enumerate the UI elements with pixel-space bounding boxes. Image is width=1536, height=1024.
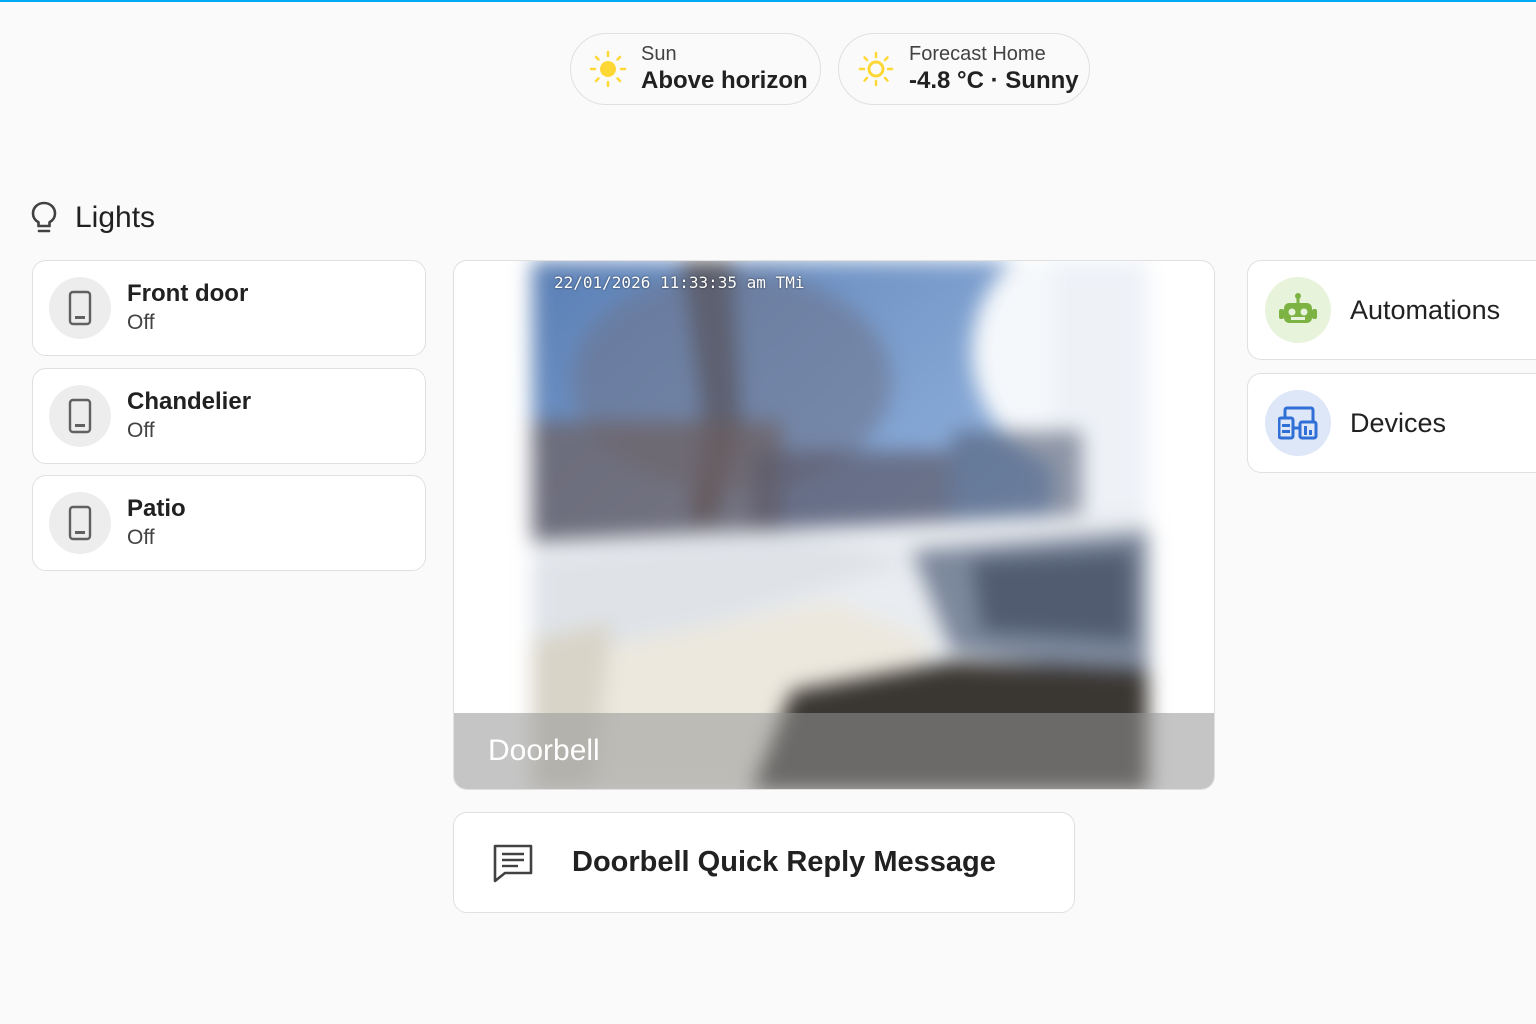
forecast-badge-value: -4.8 °C · Sunny xyxy=(909,67,1079,94)
sun-badge-label: Sun xyxy=(641,43,677,65)
message-text-outline-icon xyxy=(492,842,534,884)
camera-feed-image xyxy=(532,261,1148,789)
devices-label: Devices xyxy=(1350,407,1447,438)
sun-icon xyxy=(589,50,627,88)
light-state: Off xyxy=(127,526,155,549)
forecast-badge-label: Forecast Home xyxy=(909,43,1046,65)
light-name: Chandelier xyxy=(127,388,252,415)
top-accent-line xyxy=(0,0,1536,2)
sunny-weather-icon xyxy=(857,50,895,88)
light-tile-front-door[interactable]: Front door Off xyxy=(32,260,426,356)
quick-reply-label: Doorbell Quick Reply Message xyxy=(572,846,996,878)
forecast-badge[interactable]: Forecast Home -4.8 °C · Sunny xyxy=(838,33,1090,105)
automations-label: Automations xyxy=(1350,294,1501,325)
light-switch-icon[interactable] xyxy=(49,385,111,447)
camera-name: Doorbell xyxy=(488,734,600,767)
light-name: Patio xyxy=(127,495,186,522)
camera-caption-bar: Doorbell xyxy=(454,713,1214,789)
light-tile-patio[interactable]: Patio Off xyxy=(32,475,426,571)
light-name: Front door xyxy=(127,280,249,307)
lights-heading-text: Lights xyxy=(75,201,156,234)
devices-icon xyxy=(1265,390,1331,456)
automations-nav-card[interactable]: Automations xyxy=(1247,260,1536,360)
robot-icon xyxy=(1265,277,1331,343)
doorbell-camera-card[interactable]: 22/01/2026 11:33:35 am TMi Doorbell xyxy=(453,260,1215,790)
light-switch-icon[interactable] xyxy=(49,277,111,339)
camera-timestamp: 22/01/2026 11:33:35 am TMi xyxy=(554,273,805,292)
sun-badge-value: Above horizon xyxy=(641,67,808,94)
doorbell-quick-reply-card[interactable]: Doorbell Quick Reply Message xyxy=(453,812,1075,913)
light-state: Off xyxy=(127,311,155,334)
light-switch-icon[interactable] xyxy=(49,492,111,554)
light-state: Off xyxy=(127,419,155,442)
sun-badge[interactable]: Sun Above horizon xyxy=(570,33,821,105)
devices-nav-card[interactable]: Devices xyxy=(1247,373,1536,473)
lightbulb-outline-icon xyxy=(30,200,58,236)
lights-section-heading: Lights xyxy=(30,200,155,236)
light-tile-chandelier[interactable]: Chandelier Off xyxy=(32,368,426,464)
